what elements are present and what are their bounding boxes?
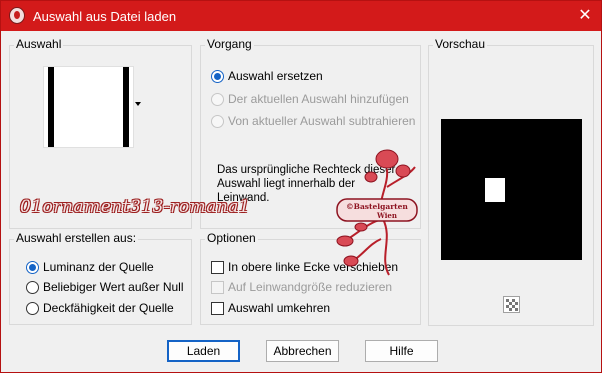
close-button[interactable]: ✕ [571, 5, 599, 27]
checkbox-label: Auf Leinwandgröße reduzieren [228, 280, 393, 294]
radio-button-disabled [211, 114, 224, 128]
radio-button-disabled [211, 92, 224, 106]
window-title: Auswahl aus Datei laden [33, 9, 177, 24]
radio-button[interactable] [26, 301, 39, 315]
checkbox[interactable] [211, 260, 224, 274]
stamp-text-line2: Wien [376, 211, 397, 220]
help-button[interactable]: Hilfe [365, 340, 438, 362]
radio-label: Deckfähigkeit der Quelle [43, 301, 174, 315]
radio-nonzero-value[interactable]: Beliebiger Wert außer Null [26, 279, 184, 295]
thumbnail-bar-left [48, 67, 54, 147]
dropdown-arrow-icon[interactable] [135, 102, 141, 106]
radio-label: Auswahl ersetzen [228, 69, 323, 83]
optionen-group-title: Optionen [205, 231, 258, 245]
ornament-stamp-icon: ©Bastelgarten Wien [336, 149, 418, 276]
radio-label: Beliebiger Wert außer Null [43, 280, 184, 294]
radio-button-checked[interactable] [26, 260, 39, 274]
radio-luminance[interactable]: Luminanz der Quelle [26, 259, 154, 275]
checkbox[interactable] [211, 301, 224, 315]
vorgang-group-title: Vorgang [205, 37, 254, 51]
checkbox-disabled [211, 280, 224, 294]
radio-label: Luminanz der Quelle [43, 260, 154, 274]
load-button[interactable]: Laden [167, 340, 240, 362]
app-icon [9, 7, 25, 24]
radio-button-checked[interactable] [211, 69, 224, 83]
vorschau-group-title: Vorschau [433, 37, 488, 51]
check-crop-to-canvas[interactable]: Auf Leinwandgröße reduzieren [211, 279, 392, 295]
checkerboard-icon[interactable] [503, 296, 520, 313]
auswahl-group-title: Auswahl [14, 37, 64, 51]
radio-label: Der aktuellen Auswahl hinzufügen [228, 92, 409, 106]
radio-opacity[interactable]: Deckfähigkeit der Quelle [26, 300, 174, 316]
radio-label: Von aktueller Auswahl subtrahieren [228, 114, 416, 128]
radio-add-to-selection[interactable]: Der aktuellen Auswahl hinzufügen [211, 91, 409, 107]
stamp-text-line1: ©Bastelgarten [346, 202, 408, 211]
selection-name-watermark: 01ornament313-romana1 [20, 197, 251, 217]
preview-selection-area [485, 178, 505, 202]
checkbox-label: Auswahl umkehren [228, 301, 331, 315]
radio-button[interactable] [26, 280, 39, 294]
dialog-window: Auswahl aus Datei laden ✕ Auswahl Vorgan… [0, 0, 602, 373]
radio-replace-selection[interactable]: Auswahl ersetzen [211, 68, 323, 84]
selection-file-thumbnail[interactable] [43, 66, 134, 148]
preview-canvas [441, 119, 582, 260]
thumbnail-bar-right [123, 67, 129, 147]
check-invert-selection[interactable]: Auswahl umkehren [211, 300, 330, 316]
title-bar[interactable]: Auswahl aus Datei laden ✕ [1, 1, 601, 31]
erstellen-group-title: Auswahl erstellen aus: [14, 231, 139, 245]
cancel-button[interactable]: Abbrechen [266, 340, 339, 362]
radio-subtract-from-selection[interactable]: Von aktueller Auswahl subtrahieren [211, 113, 415, 129]
